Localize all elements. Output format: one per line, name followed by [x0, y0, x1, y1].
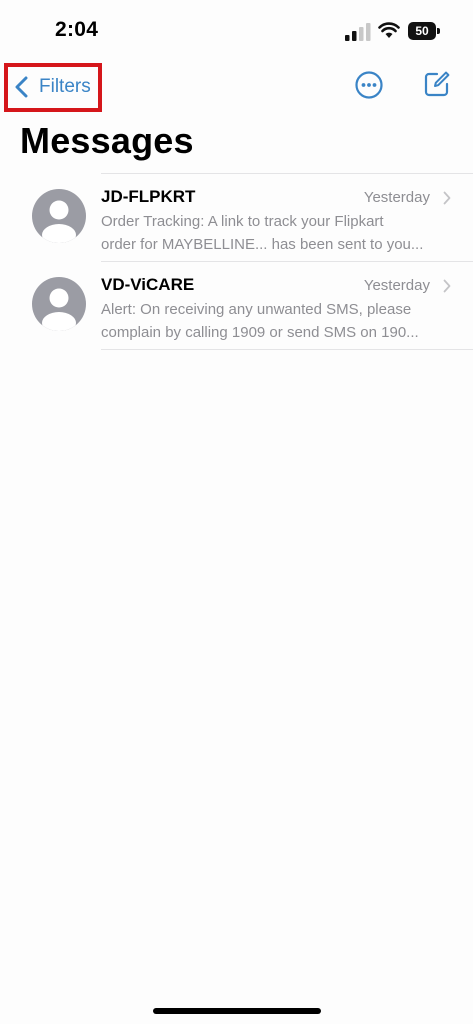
chevron-left-icon	[15, 76, 28, 98]
chevron-right-icon	[443, 279, 451, 293]
status-time: 2:04	[55, 18, 99, 41]
conversation-time: Yesterday	[363, 189, 430, 206]
preview-line-1: Order Tracking: A link to track your Fli…	[101, 213, 384, 230]
back-label: Filters	[39, 76, 91, 97]
cellular-signal-icon	[345, 23, 371, 41]
home-indicator[interactable]	[153, 1008, 321, 1014]
conversation-sender: JD-FLPKRT	[101, 187, 196, 206]
preview-line-2: order for MAYBELLINE... has been sent to…	[101, 236, 424, 253]
avatar-icon	[32, 189, 86, 243]
conversation-sender: VD-ViCARE	[101, 275, 195, 294]
conversation-time: Yesterday	[363, 277, 430, 294]
wifi-icon	[378, 22, 400, 38]
status-bar: 2:04 50	[0, 0, 473, 60]
conversation-preview: Alert: On receiving any unwanted SMS, pl…	[101, 298, 451, 344]
conversation-row[interactable]: VD-ViCARE Yesterday Alert: On receiving …	[0, 261, 473, 349]
conversation-preview: Order Tracking: A link to track your Fli…	[101, 210, 451, 256]
navigation-bar: Filters	[0, 60, 473, 112]
compose-icon[interactable]	[423, 70, 451, 98]
chevron-right-icon	[443, 191, 451, 205]
avatar-icon	[32, 277, 86, 331]
battery-icon: 50	[408, 22, 442, 40]
conversation-list: JD-FLPKRT Yesterday Order Tracking: A li…	[0, 173, 473, 350]
preview-line-2: complain by calling 1909 or send SMS on …	[101, 324, 419, 341]
filters-back-button[interactable]: Filters	[4, 63, 102, 112]
battery-level: 50	[415, 24, 429, 38]
page-title: Messages	[20, 120, 194, 161]
conversation-row[interactable]: JD-FLPKRT Yesterday Order Tracking: A li…	[0, 173, 473, 261]
ellipsis-circle-icon[interactable]	[354, 70, 384, 100]
preview-line-1: Alert: On receiving any unwanted SMS, pl…	[101, 301, 412, 318]
list-divider	[101, 349, 473, 350]
